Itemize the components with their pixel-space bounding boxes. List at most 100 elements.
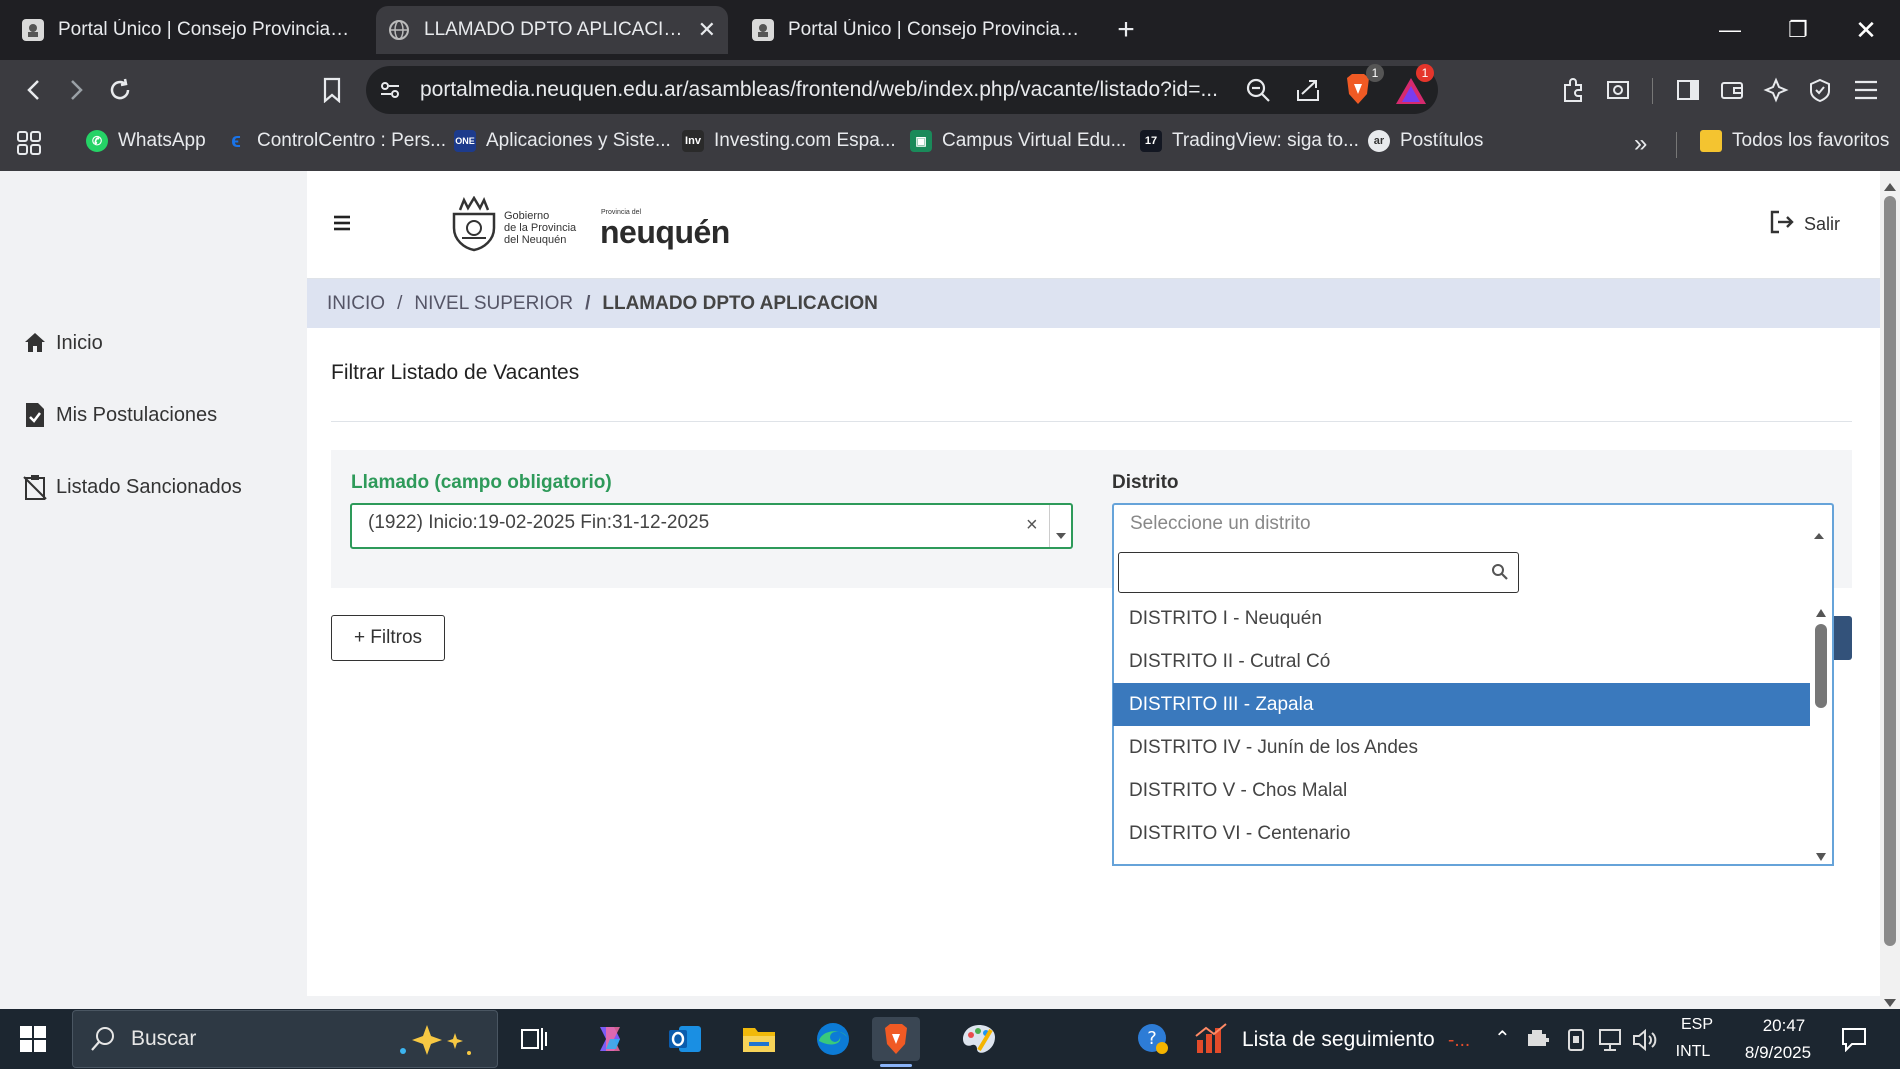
file-explorer-icon[interactable] [735, 1017, 783, 1061]
zoom-icon[interactable] [1244, 76, 1272, 109]
back-icon[interactable] [14, 70, 54, 110]
leo-ai-icon[interactable] [1756, 70, 1796, 110]
logout-link[interactable]: Salir [1768, 208, 1840, 241]
chevron-down-icon[interactable] [1056, 523, 1066, 545]
svg-text:?: ? [1147, 1028, 1157, 1049]
bookmark-whatsapp[interactable]: ✆ WhatsApp [86, 130, 206, 152]
watchlist-label[interactable]: Lista de seguimiento [1242, 1028, 1435, 1052]
breadcrumb-item-inicio[interactable]: INICIO [327, 293, 385, 315]
dropdown-scroll-up-icon[interactable] [1816, 604, 1826, 622]
close-window-icon[interactable]: ✕ [1832, 0, 1900, 60]
bookmark-investing[interactable]: Inv Investing.com Espa... [682, 130, 896, 152]
bookmark-postitulos[interactable]: ar Postítulos [1368, 130, 1483, 152]
bookmark-icon[interactable] [312, 70, 352, 110]
browser-tab-1[interactable]: Portal Único | Consejo Provincial de E [10, 6, 362, 54]
edge-icon[interactable] [809, 1017, 857, 1061]
share-icon[interactable] [1294, 76, 1322, 109]
tab-title: Portal Único | Consejo Provincial de E [58, 19, 350, 40]
minimize-icon[interactable]: — [1696, 0, 1764, 60]
tab-title: Portal Único | Consejo Provincial de E [788, 19, 1080, 40]
dropdown-scroll-down-icon[interactable] [1816, 848, 1826, 866]
meet-now-icon[interactable] [1566, 1028, 1586, 1057]
volume-icon[interactable] [1632, 1028, 1658, 1057]
paint-icon[interactable] [955, 1017, 1003, 1061]
sidebar-item-mis-postulaciones[interactable]: Mis Postulaciones [22, 402, 217, 428]
sidebar-item-inicio[interactable]: Inicio [22, 330, 103, 356]
tray-overflow-icon[interactable]: ⌃ [1494, 1026, 1511, 1051]
distrito-option[interactable]: DISTRITO VI - Centenario [1113, 812, 1810, 855]
battery-icon[interactable] [1526, 1030, 1550, 1055]
sidebar-toggle-icon[interactable] [1668, 70, 1708, 110]
distrito-option[interactable]: DISTRITO II - Cutral Có [1113, 640, 1810, 683]
windows-start-icon[interactable] [20, 1026, 46, 1057]
taskbar-search[interactable]: Buscar [72, 1010, 498, 1068]
watchlist-chart-icon[interactable] [1194, 1022, 1228, 1061]
sidebar-item-label: Inicio [56, 331, 103, 354]
distrito-select[interactable]: Seleccione un distrito [1112, 503, 1834, 549]
distrito-option-highlighted[interactable]: DISTRITO III - Zapala [1113, 683, 1810, 726]
language-top[interactable]: ESP [1676, 1016, 1718, 1034]
bookmark-controlcentro[interactable]: ϵ ControlCentro : Pers... [225, 130, 446, 152]
bookmark-label: Postítulos [1400, 130, 1484, 151]
breadcrumb: INICIO / NIVEL SUPERIOR / LLAMADO DPTO A… [307, 279, 1880, 328]
scroll-up-icon[interactable] [1884, 178, 1896, 196]
language-bottom[interactable]: INTL [1672, 1043, 1714, 1061]
hamburger-menu-icon[interactable] [332, 214, 352, 237]
distrito-option[interactable]: DISTRITO IV - Junín de los Andes [1113, 726, 1810, 769]
browser-tab-2[interactable]: LLAMADO DPTO APLICACION ✕ [376, 6, 728, 54]
logo-line: Gobierno [504, 210, 550, 222]
llamado-select[interactable]: (1922) Inicio:19-02-2025 Fin:31-12-2025 … [350, 503, 1073, 549]
bookmark-label: ControlCentro : Pers... [257, 130, 447, 151]
distrito-label: Distrito [1112, 472, 1179, 493]
clock-date[interactable]: 8/9/2025 [1730, 1043, 1826, 1063]
copilot-icon[interactable] [586, 1017, 634, 1061]
menu-icon[interactable] [1846, 70, 1886, 110]
logout-label: Salir [1804, 214, 1841, 234]
campus-icon: ▣ [910, 130, 932, 152]
active-app-indicator [880, 1064, 912, 1067]
chevron-up-icon[interactable] [1814, 523, 1824, 545]
extensions-icon[interactable] [1554, 70, 1594, 110]
whatsapp-icon: ✆ [86, 130, 108, 152]
forward-icon[interactable] [56, 70, 96, 110]
task-view-icon[interactable] [510, 1017, 558, 1061]
home-icon [22, 330, 48, 356]
clock-time[interactable]: 20:47 [1742, 1016, 1826, 1036]
reload-icon[interactable] [100, 70, 140, 110]
clear-selection-icon[interactable]: × [1026, 514, 1038, 537]
apps-grid-icon[interactable] [16, 130, 42, 161]
help-icon[interactable]: ? [1136, 1022, 1170, 1061]
wallet-icon[interactable] [1712, 70, 1752, 110]
outlook-icon[interactable] [661, 1017, 709, 1061]
site-settings-icon[interactable] [378, 78, 402, 107]
restore-icon[interactable]: ❐ [1764, 0, 1832, 60]
notifications-icon[interactable] [1840, 1026, 1868, 1057]
distrito-search-input[interactable] [1118, 552, 1519, 593]
brave-taskbar-icon[interactable] [872, 1017, 920, 1061]
sidebar-item-label: Mis Postulaciones [56, 403, 218, 426]
dropdown-scrollbar-thumb[interactable] [1815, 624, 1827, 708]
address-bar[interactable]: portalmedia.neuquen.edu.ar/asambleas/fro… [366, 64, 1438, 114]
all-favorites-folder[interactable]: Todos los favoritos [1700, 130, 1889, 152]
browser-tab-3[interactable]: Portal Único | Consejo Provincial de E [740, 6, 1092, 54]
breadcrumb-item-current: LLAMADO DPTO APLICACION [602, 292, 878, 314]
distrito-option[interactable]: DISTRITO V - Chos Malal [1113, 769, 1810, 812]
new-tab-icon[interactable]: + [1106, 10, 1146, 50]
page-scrollbar-thumb[interactable] [1884, 196, 1896, 946]
vpn-icon[interactable] [1800, 70, 1840, 110]
file-check-icon [22, 402, 48, 428]
distrito-option[interactable]: DISTRITO I - Neuquén [1113, 597, 1810, 640]
bookmark-campus[interactable]: ▣ Campus Virtual Edu... [910, 130, 1126, 152]
reader-mode-icon[interactable] [1598, 70, 1638, 110]
bookmarks-overflow-icon[interactable]: » [1634, 130, 1647, 158]
sidebar-item-listado-sancionados[interactable]: Listado Sancionados [22, 474, 242, 500]
url-text: portalmedia.neuquen.edu.ar/asambleas/fro… [420, 78, 1218, 101]
close-tab-icon[interactable]: ✕ [698, 17, 716, 43]
breadcrumb-item-nivel-superior[interactable]: NIVEL SUPERIOR [414, 293, 573, 315]
site-favicon-icon [22, 19, 44, 41]
bookmark-aplicaciones[interactable]: ONE Aplicaciones y Siste... [454, 130, 671, 152]
network-icon[interactable] [1598, 1028, 1624, 1057]
filtros-button[interactable]: + Filtros [331, 615, 445, 661]
select-divider [1049, 505, 1050, 547]
bookmark-tradingview[interactable]: 17 TradingView: siga to... [1140, 130, 1359, 152]
